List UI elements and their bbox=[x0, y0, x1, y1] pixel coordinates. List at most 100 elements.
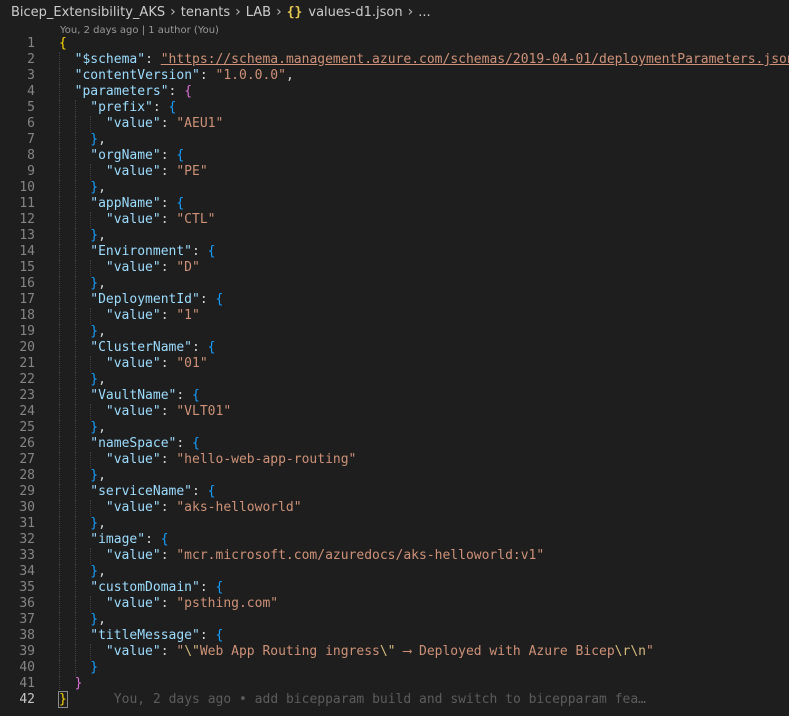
code-line[interactable]: 18 "value": "1" bbox=[0, 308, 789, 324]
indent-guide bbox=[59, 436, 60, 452]
code-token: "$schema" bbox=[74, 52, 146, 67]
code-text: }, bbox=[90, 420, 106, 436]
code-line[interactable]: 21 "value": "01" bbox=[0, 356, 789, 372]
code-line[interactable]: 30 "value": "aks-helloworld" bbox=[0, 500, 789, 516]
code-token: { bbox=[207, 244, 216, 259]
code-line[interactable]: 37}, bbox=[0, 612, 789, 628]
code-line[interactable]: 24 "value": "VLT01" bbox=[0, 404, 789, 420]
code-line[interactable]: 23 "VaultName": { bbox=[0, 388, 789, 404]
indent-guide bbox=[74, 292, 76, 308]
code-line[interactable]: 17 "DeploymentId": { bbox=[0, 292, 789, 308]
code-line[interactable]: 32 "image": { bbox=[0, 532, 789, 548]
indent-guide bbox=[59, 388, 60, 404]
indent-guide bbox=[74, 548, 76, 564]
code-line[interactable]: 42} You, 2 days ago • add bicepparam bui… bbox=[0, 691, 789, 708]
code-token: { bbox=[207, 340, 216, 355]
code-line[interactable]: 33 "value": "mcr.microsoft.com/azuredocs/… bbox=[0, 548, 789, 564]
breadcrumb-ellipsis[interactable]: ... bbox=[418, 5, 430, 20]
code-line[interactable]: 28}, bbox=[0, 468, 789, 484]
code-line[interactable]: 1{ bbox=[0, 36, 789, 52]
line-number: 37 bbox=[19, 612, 35, 627]
code-token: : bbox=[152, 100, 169, 115]
code-token: "image" bbox=[90, 532, 146, 547]
code-line[interactable]: 16}, bbox=[0, 276, 789, 292]
code-line[interactable]: 38 "titleMessage": { bbox=[0, 628, 789, 644]
line-number: 33 bbox=[19, 548, 35, 563]
line-number: 22 bbox=[19, 372, 35, 387]
code-text: "Environment": { bbox=[90, 244, 215, 260]
code-text: } You, 2 days ago • add bicepparam build… bbox=[58, 691, 646, 708]
indent-guide bbox=[74, 324, 76, 340]
indent-guide bbox=[74, 100, 76, 116]
code-line[interactable]: 15 "value": "D" bbox=[0, 260, 789, 276]
code-token: : bbox=[160, 196, 177, 211]
code-token: "mcr.microsoft.com/azuredocs/aks-hellowo… bbox=[176, 548, 545, 563]
code-line[interactable]: 7}, bbox=[0, 132, 789, 148]
code-token: "D" bbox=[176, 260, 200, 275]
code-line[interactable]: 11 "appName": { bbox=[0, 196, 789, 212]
code-line[interactable]: 34}, bbox=[0, 564, 789, 580]
code-line[interactable]: 12 "value": "CTL" bbox=[0, 212, 789, 228]
breadcrumb-item-lab[interactable]: LAB bbox=[246, 5, 271, 20]
code-text: "VaultName": { bbox=[90, 388, 200, 404]
indent-guide bbox=[74, 628, 76, 644]
code-token: } bbox=[90, 324, 99, 339]
line-number: 4 bbox=[27, 84, 35, 99]
line-number: 11 bbox=[19, 196, 35, 211]
code-token: "PE" bbox=[176, 164, 208, 179]
code-line[interactable]: 36 "value": "psthing.com" bbox=[0, 596, 789, 612]
code-token: \r\n bbox=[614, 644, 646, 659]
code-text: "$schema": "https://schema.management.az… bbox=[75, 52, 789, 68]
code-editor[interactable]: 1{2 "$schema": "https://schema.management… bbox=[0, 36, 789, 708]
indent-guide bbox=[59, 116, 60, 132]
code-token: : bbox=[145, 52, 161, 67]
code-line[interactable]: 20 "ClusterName": { bbox=[0, 340, 789, 356]
code-line[interactable]: 26 "nameSpace": { bbox=[0, 436, 789, 452]
chevron-right-icon: › bbox=[407, 4, 414, 20]
code-line[interactable]: 25}, bbox=[0, 420, 789, 436]
code-token: { bbox=[215, 292, 224, 307]
code-token: "01" bbox=[176, 356, 208, 371]
code-line[interactable]: 39 "value": "\"Web App Routing ingress\" … bbox=[0, 644, 789, 660]
code-line[interactable]: 8 "orgName": { bbox=[0, 148, 789, 164]
code-line[interactable]: 2 "$schema": "https://schema.management.a… bbox=[0, 52, 789, 68]
code-text: }, bbox=[90, 564, 106, 580]
breadcrumb-item-tenants[interactable]: tenants bbox=[181, 5, 230, 20]
code-line[interactable]: 22}, bbox=[0, 372, 789, 388]
code-token: "1.0.0.0" bbox=[215, 68, 286, 83]
code-line[interactable]: 13}, bbox=[0, 228, 789, 244]
code-line[interactable]: 19}, bbox=[0, 324, 789, 340]
code-text: }, bbox=[90, 612, 106, 628]
code-line[interactable]: 41} bbox=[0, 676, 789, 692]
code-token: , bbox=[98, 372, 106, 387]
code-line[interactable]: 3 "contentVersion": "1.0.0.0", bbox=[0, 68, 789, 84]
line-number: 12 bbox=[19, 212, 35, 227]
code-text: "value": "D" bbox=[106, 260, 200, 276]
code-line[interactable]: 29 "serviceName": { bbox=[0, 484, 789, 500]
code-line[interactable]: 5 "prefix": { bbox=[0, 100, 789, 116]
indent-guide bbox=[59, 228, 60, 244]
code-token: , bbox=[98, 180, 106, 195]
indent-guide bbox=[59, 340, 60, 356]
code-token: : bbox=[199, 292, 216, 307]
breadcrumb-item-folder[interactable]: Bicep_Extensibility_AKS bbox=[11, 5, 165, 20]
code-token: , bbox=[98, 612, 106, 627]
code-token: "value" bbox=[105, 548, 161, 563]
code-text: "value": "01" bbox=[106, 356, 208, 372]
breadcrumb-item-file[interactable]: values-d1.json bbox=[308, 5, 402, 20]
code-line[interactable]: 31}, bbox=[0, 516, 789, 532]
code-text: }, bbox=[90, 180, 106, 196]
code-token: { bbox=[207, 484, 216, 499]
code-line[interactable]: 9 "value": "PE" bbox=[0, 164, 789, 180]
code-line[interactable]: 14 "Environment": { bbox=[0, 244, 789, 260]
code-line[interactable]: 6 "value": "AEU1" bbox=[0, 116, 789, 132]
code-text: }, bbox=[90, 324, 106, 340]
code-token: { bbox=[215, 628, 224, 643]
code-line[interactable]: 10}, bbox=[0, 180, 789, 196]
code-text: }, bbox=[90, 468, 106, 484]
code-line[interactable]: 40} bbox=[0, 660, 789, 676]
code-line[interactable]: 35 "customDomain": { bbox=[0, 580, 789, 596]
code-text: }, bbox=[90, 228, 106, 244]
code-line[interactable]: 27 "value": "hello-web-app-routing" bbox=[0, 452, 789, 468]
code-line[interactable]: 4 "parameters": { bbox=[0, 84, 789, 100]
